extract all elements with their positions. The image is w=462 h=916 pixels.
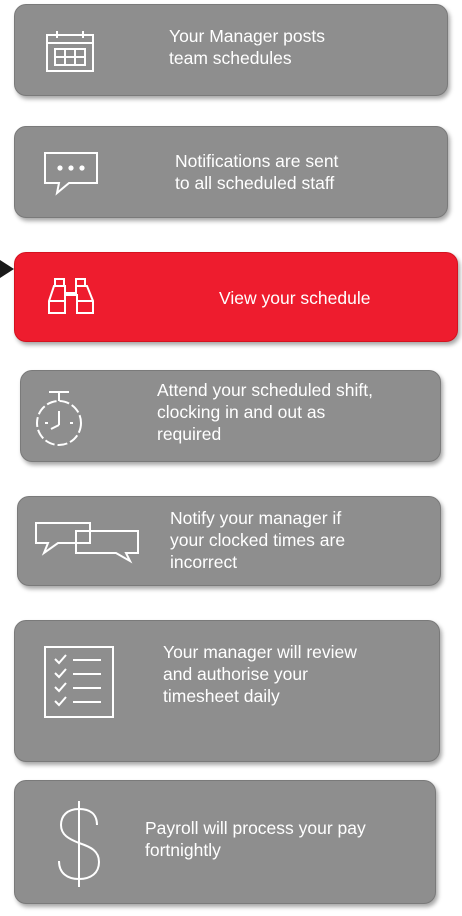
- step-label: View your schedule: [219, 288, 371, 308]
- dollar-icon: [55, 799, 103, 889]
- step-label: Your Manager posts team schedules: [169, 26, 325, 68]
- step-manager-review: Your manager will review and authorise y…: [14, 620, 440, 762]
- step-label: Attend your scheduled shift, clocking in…: [157, 380, 373, 444]
- step-label: Payroll will process your pay fortnightl…: [145, 818, 366, 860]
- step-notifications: Notifications are sent to all scheduled …: [14, 126, 448, 218]
- step-view-schedule[interactable]: View your schedule: [14, 252, 458, 342]
- binoculars-icon: [45, 277, 97, 317]
- conversation-icon: [34, 517, 144, 564]
- step-attend-shift: Attend your scheduled shift, clocking in…: [20, 370, 441, 462]
- step-post-schedules: Your Manager posts team schedules: [14, 4, 448, 96]
- current-step-pointer-icon: [0, 260, 14, 278]
- step-payroll: Payroll will process your pay fortnightl…: [14, 780, 436, 904]
- checklist-icon: [43, 645, 115, 719]
- step-notify-manager: Notify your manager if your clocked time…: [17, 496, 441, 586]
- chat-bubble-icon: [43, 151, 99, 196]
- step-label: Notifications are sent to all scheduled …: [175, 151, 339, 193]
- step-label: Your manager will review and authorise y…: [163, 642, 357, 706]
- step-label: Notify your manager if your clocked time…: [170, 508, 346, 572]
- stopwatch-icon: [31, 389, 87, 449]
- calendar-icon: [45, 29, 95, 75]
